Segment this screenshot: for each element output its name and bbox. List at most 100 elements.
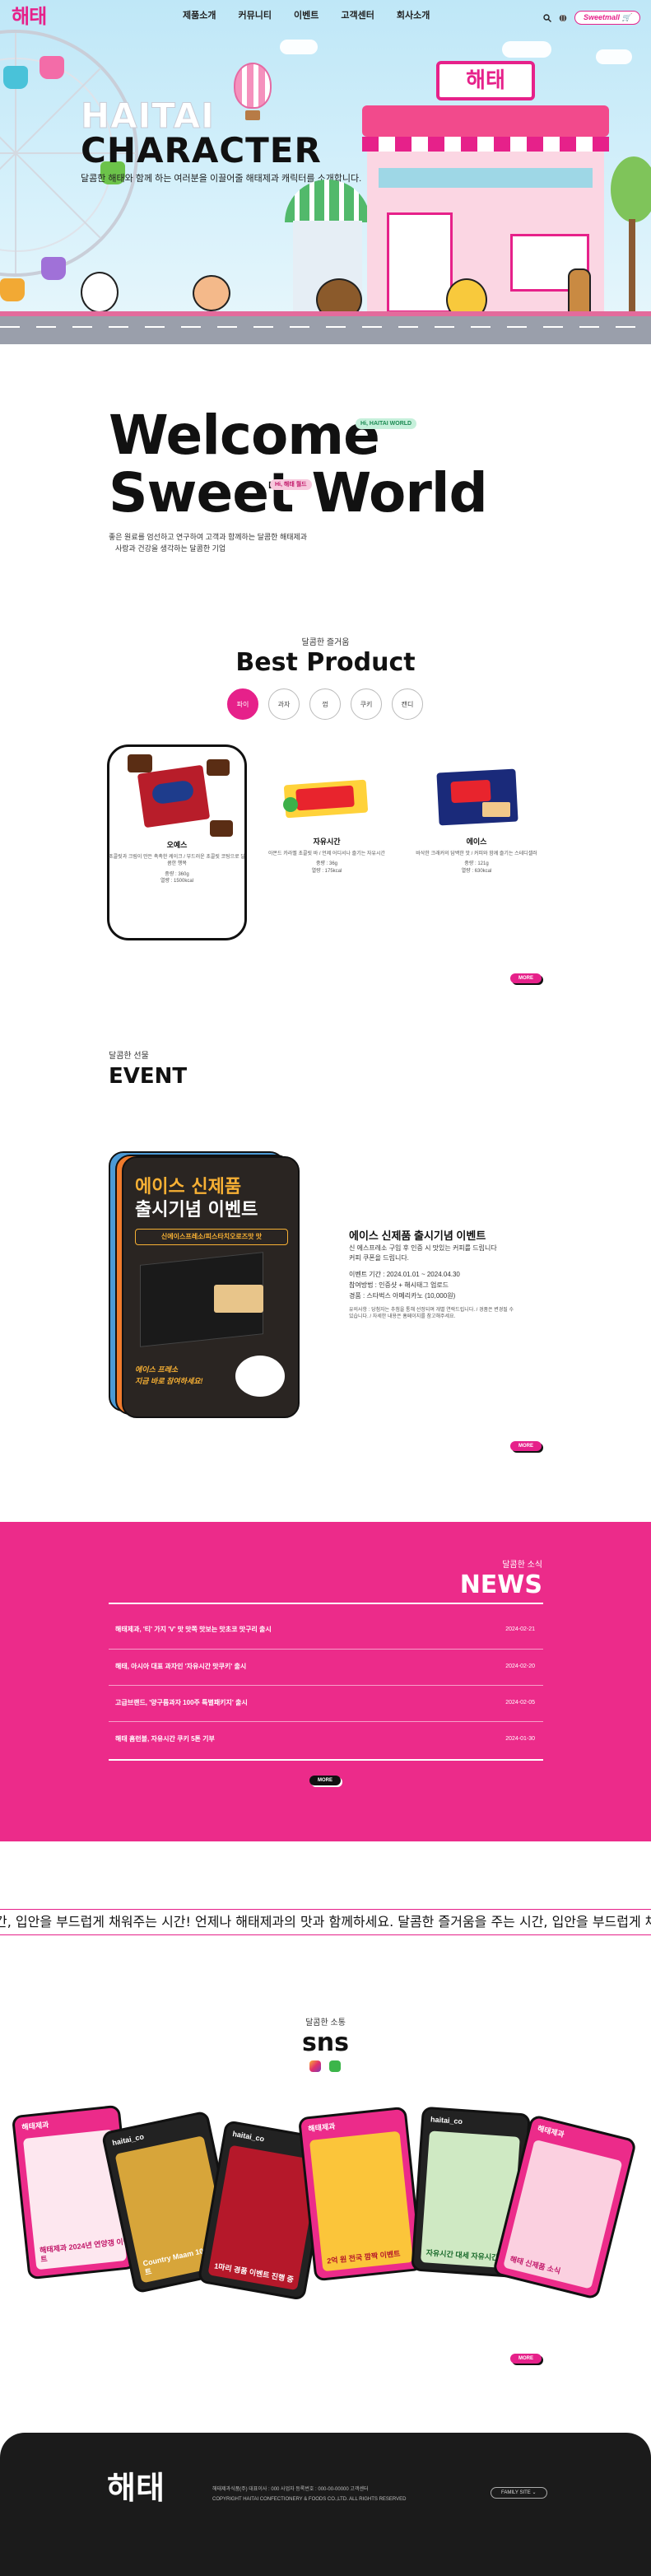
sweetmall-button[interactable]: Sweetmall 🛒: [574, 11, 640, 25]
product-image-oyes: [128, 754, 233, 837]
logo[interactable]: 해태: [12, 7, 47, 26]
road: [0, 311, 651, 344]
tree: [611, 156, 651, 222]
gondola: [40, 56, 64, 79]
cloud: [596, 49, 632, 64]
footer: 해태 해태제과식품(주) 대표이사 : 000 사업자 등록번호 : 000-0…: [0, 2433, 651, 2576]
sns-card-handle: 해태제과: [307, 2121, 336, 2134]
product-desc: 초콜릿과 크림이 만든 촉촉한 케이크 / 부드러운 초콜릿 코팅으로 달콤한 …: [109, 855, 245, 867]
sns-card-handle: haitai_co: [111, 2132, 145, 2148]
sns-card[interactable]: 해태제과 2억 원 전국 깜짝 이벤트: [297, 2106, 424, 2282]
gondola: [0, 278, 25, 301]
product-name: 오예스: [166, 841, 188, 849]
tab-candy[interactable]: 캔디: [392, 688, 423, 720]
news-item-title: 고급브랜드, '양구름과자 100주 특별패키지' 출시: [115, 1699, 248, 1706]
product-image-ace: [431, 766, 522, 827]
footer-logo[interactable]: 해태: [107, 2472, 165, 2504]
cloud: [280, 40, 318, 54]
news-item[interactable]: 해태 홈런볼, 자유시간 쿠키 5톤 기부 2024-01-30: [109, 1721, 543, 1757]
product-card[interactable]: 오예스 초콜릿과 크림이 만든 촉촉한 케이크 / 부드러운 초콜릿 코팅으로 …: [108, 754, 246, 885]
cracker-image: [214, 1285, 263, 1313]
news-item-title: 해태제과, '티' 가지 'V' 맛 맛쪽 맛보는 맛초코 맛구리 출시: [115, 1626, 272, 1633]
naver-blog-icon[interactable]: [329, 2060, 341, 2072]
event-title: EVENT: [109, 1064, 188, 1089]
product-desc: 아몬드 카라멜 초콜릿 바 / 언제 어디서나 즐기는 자유시간: [268, 852, 385, 856]
rabbit-character: [81, 272, 119, 313]
tab-cookie[interactable]: 쿠키: [351, 688, 382, 720]
globe-icon[interactable]: [559, 13, 567, 22]
family-site-label: FAMILY SITE: [501, 2490, 531, 2495]
product-weight: 중량 : 36g: [315, 861, 338, 867]
product-card[interactable]: 자유시간 아몬드 카라멜 초콜릿 바 / 언제 어디서나 즐기는 자유시간 중량…: [258, 774, 396, 875]
news-item-title: 해태 홈런볼, 자유시간 쿠키 5톤 기부: [115, 1735, 215, 1743]
chevron-down-icon: ⌄: [532, 2490, 537, 2495]
cloud: [502, 41, 551, 58]
tab-pie[interactable]: 파이: [227, 688, 258, 720]
product-name: 자유시간: [313, 838, 341, 846]
shop-window: [379, 168, 593, 188]
product-desc: 바삭한 크래커의 담백한 맛 / 커피와 함께 즐기는 스테디셀러: [416, 852, 537, 856]
news-item-date: 2024-02-20: [505, 1664, 535, 1669]
tab-snack[interactable]: 과자: [268, 688, 300, 720]
sns-subtitle: 달콤한 소통: [305, 2018, 346, 2028]
news-item[interactable]: 해태, 아시아 대표 과자인 '자유시간 맛쿠키' 출시 2024-02-20: [109, 1649, 543, 1685]
nav-item-community[interactable]: 커뮤니티: [238, 12, 271, 21]
event-more-button[interactable]: MORE: [510, 1441, 542, 1451]
news-item-date: 2024-01-30: [505, 1736, 535, 1742]
poster-banner: 신에이스프레소/피스타치오로즈맛 맛: [135, 1229, 288, 1245]
sweetmall-label: Sweetmall: [584, 13, 621, 21]
product-card[interactable]: 에이스 바삭한 크래커의 담백한 맛 / 커피와 함께 즐기는 스테디셀러 중량…: [407, 766, 546, 875]
news-divider: [109, 1759, 543, 1761]
news-divider: [109, 1603, 543, 1604]
news-item[interactable]: 고급브랜드, '양구름과자 100주 특별패키지' 출시 2024-02-05: [109, 1685, 543, 1721]
product-calories: 열량 : 630kcal: [461, 868, 492, 874]
hero-title-line1: HAITAI: [81, 96, 215, 136]
sns-card-handle: haitai_co: [430, 2115, 463, 2126]
event-prize: 경품 : 스타벅스 아메리카노 (10,000원): [349, 1292, 456, 1300]
gondola: [3, 66, 28, 89]
welcome-line1: Welcome: [109, 404, 380, 467]
product-calories: 열량 : 1500kcal: [160, 879, 194, 884]
nav-item-support[interactable]: 고객센터: [341, 12, 374, 21]
news-item-date: 2024-02-05: [505, 1700, 535, 1706]
welcome-tag-ko: Hi, 해태 월드: [270, 479, 312, 490]
event-subtitle: 달콤한 선물: [109, 1052, 149, 1061]
dome-roof: [285, 180, 370, 222]
product-weight: 중량 : 121g: [464, 861, 489, 867]
tree-trunk: [629, 219, 635, 311]
shop-awning: [362, 137, 609, 152]
shop-roof: [362, 105, 609, 137]
best-more-button[interactable]: MORE: [510, 973, 542, 983]
nav-item-company[interactable]: 회사소개: [397, 12, 430, 21]
welcome-text1: 좋은 원료를 엄선하고 연구하여 고객과 함께하는 달콤한 해태제과: [109, 533, 308, 541]
footer-copyright: COPYRIGHT HAITAI CONFECTIONERY & FOODS C…: [212, 2497, 407, 2502]
search-icon[interactable]: [543, 13, 551, 22]
news-section: 달콤한 소식 NEWS 해태제과, '티' 가지 'V' 맛 맛쪽 맛보는 맛초…: [0, 1522, 651, 1841]
shop-sign: 해태: [436, 61, 535, 100]
nav-item-event[interactable]: 이벤트: [294, 12, 319, 21]
news-subtitle: 달콤한 소식: [502, 1561, 542, 1570]
squirrel-character: [193, 275, 230, 311]
sns-title: sns: [301, 2028, 350, 2057]
nav-item-products[interactable]: 제품소개: [183, 12, 216, 21]
event-name: 에이스 신제품 출시기념 이벤트: [349, 1230, 486, 1242]
poster-title2: 출시기념 이벤트: [135, 1200, 258, 1220]
footer-company-info: 해태제과식품(주) 대표이사 : 000 사업자 등록번호 : 000-00-0…: [212, 2487, 369, 2492]
event-desc2: 커피 쿠폰을 드립니다.: [349, 1254, 409, 1262]
tab-gum[interactable]: 껌: [309, 688, 341, 720]
news-item[interactable]: 해태제과, '티' 가지 'V' 맛 맛쪽 맛보는 맛초코 맛구리 출시 202…: [109, 1612, 543, 1649]
shop-door: [387, 212, 453, 313]
coffee-cup-image: [235, 1356, 285, 1397]
event-period: 이벤트 기간 : 2024.01.01 ~ 2024.04.30: [349, 1271, 460, 1278]
sns-more-button[interactable]: MORE: [510, 2354, 542, 2364]
instagram-icon[interactable]: [309, 2060, 321, 2072]
family-site-select[interactable]: FAMILY SITE ⌄: [491, 2487, 547, 2499]
product-calories: 열량 : 175kcal: [311, 868, 342, 874]
welcome-tag-en: Hi, HAITAI WORLD: [356, 418, 417, 429]
news-more-button[interactable]: MORE: [309, 1776, 341, 1785]
poster-caption1: 에이스 프레소: [135, 1365, 179, 1374]
sns-card-handle: haitai_co: [231, 2129, 265, 2144]
welcome-text2: 사랑과 건강을 생각하는 달콤한 기업: [115, 544, 226, 553]
event-poster[interactable]: 에이스 신제품 출시기념 이벤트 신에이스프레소/피스타치오로즈맛 맛 에이스 …: [122, 1156, 300, 1418]
marquee-text: 간, 입안을 부드럽게 채워주는 시간! 언제나 해태제과의 맛과 함께하세요.…: [0, 1914, 651, 1930]
